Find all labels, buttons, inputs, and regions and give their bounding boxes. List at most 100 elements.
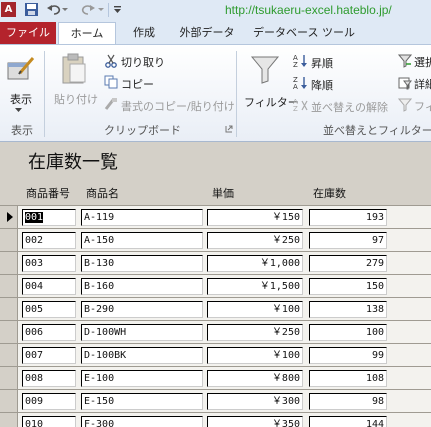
filter-button-label[interactable]: フィルター: [244, 94, 299, 110]
unit-price-field[interactable]: ￥1,500: [207, 278, 303, 295]
selection-filter-label[interactable]: 選択: [414, 54, 431, 70]
product-name-field-value: F-300: [84, 419, 115, 427]
tab-create[interactable]: 作成: [124, 22, 164, 44]
product-id-field[interactable]: 006: [22, 324, 76, 341]
product-id-field[interactable]: 005: [22, 301, 76, 318]
advanced-filter-label[interactable]: 詳細: [414, 76, 431, 92]
view-button-label[interactable]: 表示: [10, 91, 32, 107]
stock-field[interactable]: 98: [309, 393, 387, 410]
record-selector[interactable]: [0, 413, 18, 427]
stock-field[interactable]: 108: [309, 370, 387, 387]
product-id-field-value: 005: [25, 304, 44, 315]
product-name-field[interactable]: A-150: [81, 232, 203, 249]
paste-icon[interactable]: [60, 53, 88, 85]
customize-toolbar-icon[interactable]: [113, 2, 122, 17]
unit-price-field[interactable]: ￥1,000: [207, 255, 303, 272]
selection-filter-icon[interactable]: [398, 54, 412, 68]
product-id-field[interactable]: 004: [22, 278, 76, 295]
unit-price-field-value: ￥100: [271, 304, 300, 315]
tab-home[interactable]: ホーム: [58, 22, 116, 44]
unit-price-field[interactable]: ￥100: [207, 347, 303, 364]
remove-sort-icon[interactable]: AZ: [293, 97, 308, 112]
advanced-filter-icon[interactable]: [398, 76, 412, 90]
product-name-field[interactable]: B-160: [81, 278, 203, 295]
product-id-field[interactable]: 010: [22, 416, 76, 427]
redo-icon[interactable]: [81, 2, 96, 17]
record-row: 009 E-150 ￥300 98: [0, 389, 431, 413]
save-icon[interactable]: [24, 2, 39, 17]
product-name-field[interactable]: D-100WH: [81, 324, 203, 341]
record-selector[interactable]: [0, 390, 18, 413]
stock-field[interactable]: 97: [309, 232, 387, 249]
undo-dropdown-icon[interactable]: [61, 2, 69, 17]
product-name-field[interactable]: E-150: [81, 393, 203, 410]
product-name-field[interactable]: E-100: [81, 370, 203, 387]
record-selector[interactable]: [0, 321, 18, 344]
record-selector[interactable]: [0, 275, 18, 298]
unit-price-field[interactable]: ￥250: [207, 232, 303, 249]
redo-dropdown-icon[interactable]: [97, 2, 105, 17]
stock-field[interactable]: 144: [309, 416, 387, 427]
product-id-field[interactable]: 003: [22, 255, 76, 272]
format-painter-label[interactable]: 書式のコピー/貼り付け: [121, 98, 235, 114]
record-row: 003 B-130 ￥1,000 279: [0, 251, 431, 275]
tab-file[interactable]: ファイル: [0, 22, 56, 44]
unit-price-field[interactable]: ￥150: [207, 209, 303, 226]
stock-field[interactable]: 150: [309, 278, 387, 295]
toggle-filter-icon[interactable]: [398, 98, 412, 112]
record-selector[interactable]: [0, 206, 18, 229]
stock-field[interactable]: 100: [309, 324, 387, 341]
product-id-field[interactable]: 001: [22, 209, 76, 226]
unit-price-field[interactable]: ￥250: [207, 324, 303, 341]
format-painter-icon[interactable]: [104, 97, 118, 111]
clipboard-group-label: クリップボード: [104, 124, 181, 137]
cut-button-label[interactable]: 切り取り: [121, 54, 165, 70]
product-name-field-value: B-130: [84, 258, 115, 269]
copy-icon[interactable]: [104, 75, 118, 89]
product-name-field[interactable]: B-290: [81, 301, 203, 318]
toggle-filter-label[interactable]: フィ: [414, 98, 431, 114]
record-selector[interactable]: [0, 367, 18, 390]
product-name-field[interactable]: F-300: [81, 416, 203, 427]
record-selector[interactable]: [0, 229, 18, 252]
copy-button-label[interactable]: コピー: [121, 76, 154, 92]
sort-descending-label[interactable]: 降順: [311, 77, 333, 93]
product-name-field[interactable]: B-130: [81, 255, 203, 272]
undo-icon[interactable]: [46, 2, 61, 17]
paste-button-label[interactable]: 貼り付け: [54, 91, 98, 107]
tab-external-data[interactable]: 外部データ: [172, 22, 242, 44]
stock-field[interactable]: 138: [309, 301, 387, 318]
product-id-field[interactable]: 009: [22, 393, 76, 410]
product-id-field[interactable]: 008: [22, 370, 76, 387]
unit-price-field[interactable]: ￥100: [207, 301, 303, 318]
unit-price-field[interactable]: ￥300: [207, 393, 303, 410]
product-id-field[interactable]: 002: [22, 232, 76, 249]
record-row: 008 E-100 ￥800 108: [0, 366, 431, 390]
cut-icon[interactable]: [104, 54, 118, 68]
record-selector[interactable]: [0, 298, 18, 321]
tab-database-tools[interactable]: データベース ツール: [252, 22, 356, 44]
svg-text:A: A: [293, 83, 298, 90]
clipboard-launcher-icon[interactable]: [225, 125, 233, 133]
sort-ascending-icon[interactable]: AZ: [293, 53, 308, 68]
access-app-icon[interactable]: A: [1, 2, 16, 17]
stock-field[interactable]: 99: [309, 347, 387, 364]
sort-descending-icon[interactable]: ZA: [293, 75, 308, 90]
stock-field-value: 279: [365, 258, 384, 269]
view-dropdown-icon[interactable]: [14, 107, 23, 113]
stock-field[interactable]: 193: [309, 209, 387, 226]
record-row: 010 F-300 ￥350 144: [0, 412, 431, 427]
unit-price-field[interactable]: ￥800: [207, 370, 303, 387]
product-name-field[interactable]: D-100BK: [81, 347, 203, 364]
view-icon[interactable]: [6, 53, 36, 83]
product-name-field[interactable]: A-119: [81, 209, 203, 226]
sort-ascending-label[interactable]: 昇順: [311, 55, 333, 71]
record-selector[interactable]: [0, 344, 18, 367]
unit-price-field[interactable]: ￥350: [207, 416, 303, 427]
record-selector[interactable]: [0, 252, 18, 275]
stock-field[interactable]: 279: [309, 255, 387, 272]
filter-icon[interactable]: [250, 55, 280, 85]
svg-text:Z: Z: [293, 61, 298, 68]
remove-sort-label[interactable]: 並べ替えの解除: [311, 99, 388, 115]
product-id-field[interactable]: 007: [22, 347, 76, 364]
